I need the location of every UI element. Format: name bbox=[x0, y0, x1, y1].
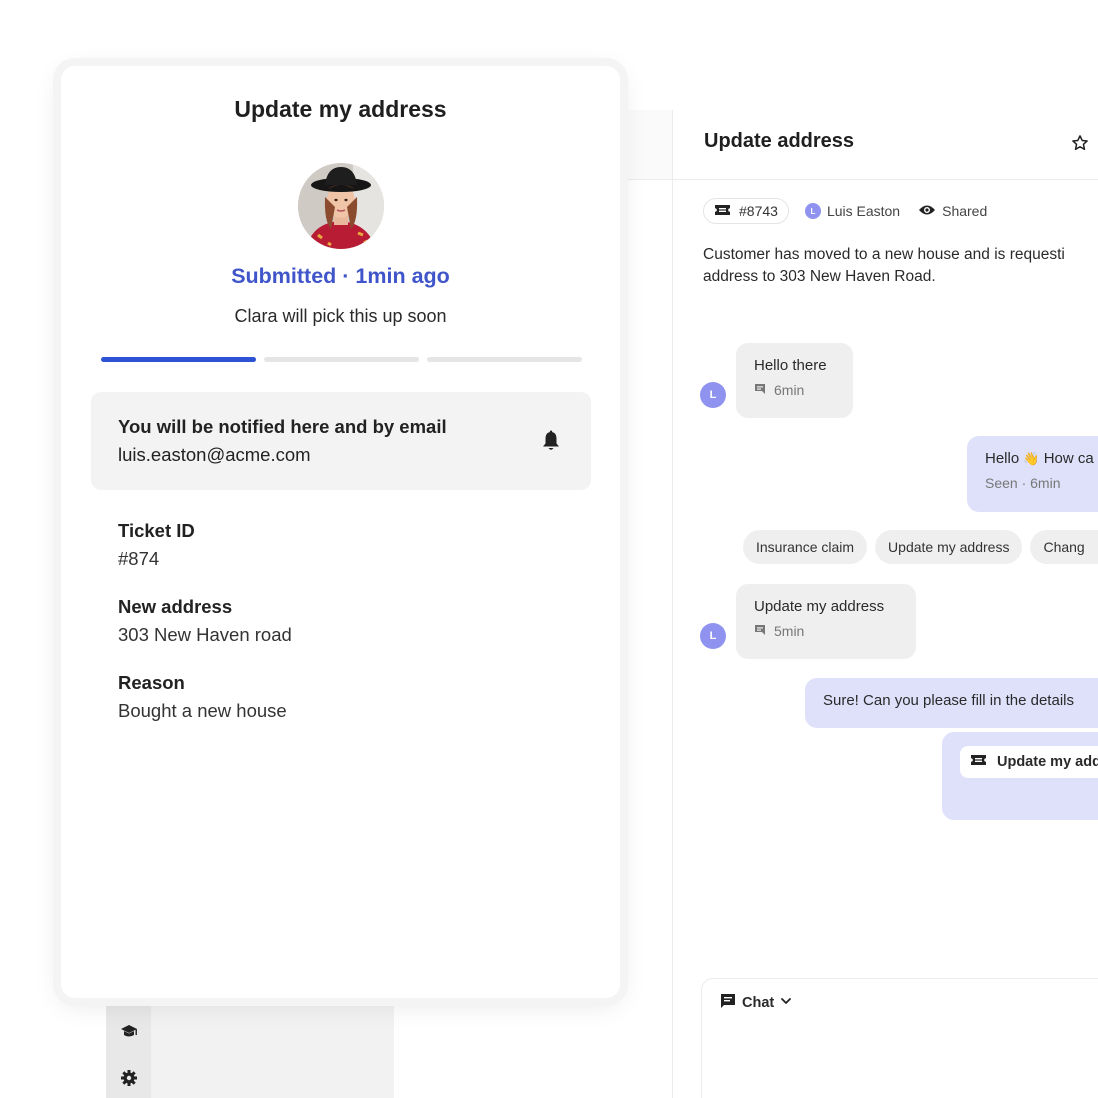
bell-icon[interactable] bbox=[541, 430, 563, 452]
message-time: 6min bbox=[774, 382, 805, 398]
assignee-name: Luis Easton bbox=[826, 203, 901, 219]
message-text: Sure! Can you please fill in the details bbox=[823, 692, 1074, 709]
panel-divider bbox=[620, 110, 672, 180]
notification-email: luis.easton@acme.com bbox=[118, 444, 311, 465]
incoming-message: Update my address 5min bbox=[736, 584, 916, 659]
update-address-form-button[interactable]: Update my add bbox=[960, 746, 1098, 778]
wave-emoji: 👋 bbox=[1023, 451, 1040, 466]
graduation-cap-icon[interactable] bbox=[118, 1021, 140, 1043]
assignee-avatar: L bbox=[804, 203, 821, 219]
message-seen-status: Seen · 6min bbox=[985, 475, 1061, 491]
outgoing-message: Sure! Can you please fill in the details bbox=[805, 678, 1098, 728]
progress-step-pending bbox=[427, 357, 582, 362]
new-address-label: New address bbox=[118, 596, 233, 617]
ticket-description: Customer has moved to a new house and is… bbox=[703, 244, 1098, 288]
suggestion-chip[interactable]: Update my address bbox=[875, 530, 1023, 564]
form-card: Update my add bbox=[942, 732, 1098, 820]
description-line-1: Customer has moved to a new house and is… bbox=[703, 246, 1065, 263]
notification-title: You will be notified here and by email bbox=[118, 416, 447, 437]
message-text: Hello there bbox=[754, 357, 827, 374]
submission-status: Submitted · 1min ago bbox=[231, 264, 450, 288]
assignee[interactable]: L Luis Easton bbox=[804, 203, 901, 219]
new-address-value: 303 New Haven road bbox=[118, 624, 292, 645]
progress-step-pending bbox=[264, 357, 419, 362]
chevron-down-icon bbox=[780, 995, 792, 1011]
eye-icon bbox=[918, 203, 936, 219]
ticket-meta: #8743 L Luis Easton Shared bbox=[703, 198, 987, 224]
conversation-title: Update address bbox=[704, 130, 855, 152]
progress-indicator bbox=[101, 357, 582, 362]
reason-label: Reason bbox=[118, 672, 185, 693]
message-meta: 6min bbox=[754, 382, 835, 398]
notification-box: You will be notified here and by email l… bbox=[91, 392, 591, 490]
message-composer[interactable]: Chat bbox=[701, 978, 1098, 1098]
suggested-replies: Insurance claim Update my address Chang bbox=[743, 530, 1098, 564]
reason-value: Bought a new house bbox=[118, 700, 287, 721]
gear-icon[interactable] bbox=[118, 1067, 140, 1089]
message-meta: 5min bbox=[754, 623, 898, 639]
chat-mode-dropdown[interactable]: Chat bbox=[720, 993, 792, 1013]
conversation-panel: Update address #8743 L Luis Easton Share… bbox=[672, 110, 1098, 1098]
ticket-id-value: #874 bbox=[118, 548, 160, 569]
form-button-label: Update my add bbox=[997, 754, 1098, 770]
ticket-icon bbox=[714, 203, 731, 219]
card-title: Update my address bbox=[234, 96, 447, 122]
ticket-id-label: Ticket ID bbox=[118, 520, 195, 541]
description-line-2: address to 303 New Haven Road. bbox=[703, 268, 936, 285]
chat-icon bbox=[720, 993, 736, 1013]
assignment-message: Clara will pick this up soon bbox=[234, 306, 447, 326]
screen: Update address #8743 L Luis Easton Share… bbox=[0, 0, 1098, 1098]
ticket-reference-chip[interactable]: #8743 bbox=[703, 198, 789, 224]
progress-step-completed bbox=[101, 357, 256, 362]
message-icon bbox=[754, 382, 766, 398]
message-time: 5min bbox=[774, 623, 805, 639]
message-text: Hello 👋 How ca bbox=[985, 450, 1094, 467]
conversation-header: Update address bbox=[673, 110, 1098, 180]
suggestion-chip[interactable]: Chang bbox=[1030, 530, 1098, 564]
ticket-status-card: Update my address Submitted · 1min ago C bbox=[61, 66, 620, 998]
message-icon bbox=[754, 623, 766, 639]
message-text: Update my address bbox=[754, 598, 885, 615]
customer-avatar: L bbox=[700, 382, 726, 408]
star-icon[interactable] bbox=[1071, 134, 1091, 154]
visibility-label: Shared bbox=[942, 203, 988, 219]
ticket-reference: #8743 bbox=[739, 203, 778, 219]
chat-mode-label: Chat bbox=[742, 995, 775, 1011]
customer-avatar: L bbox=[700, 623, 726, 649]
outgoing-message: Hello 👋 How ca Seen · 6min bbox=[967, 436, 1098, 512]
visibility-indicator[interactable]: Shared bbox=[918, 203, 987, 219]
incoming-message: Hello there 6min bbox=[736, 343, 853, 418]
ticket-icon bbox=[970, 754, 987, 770]
agent-avatar bbox=[298, 163, 384, 249]
suggestion-chip[interactable]: Insurance claim bbox=[743, 530, 868, 564]
